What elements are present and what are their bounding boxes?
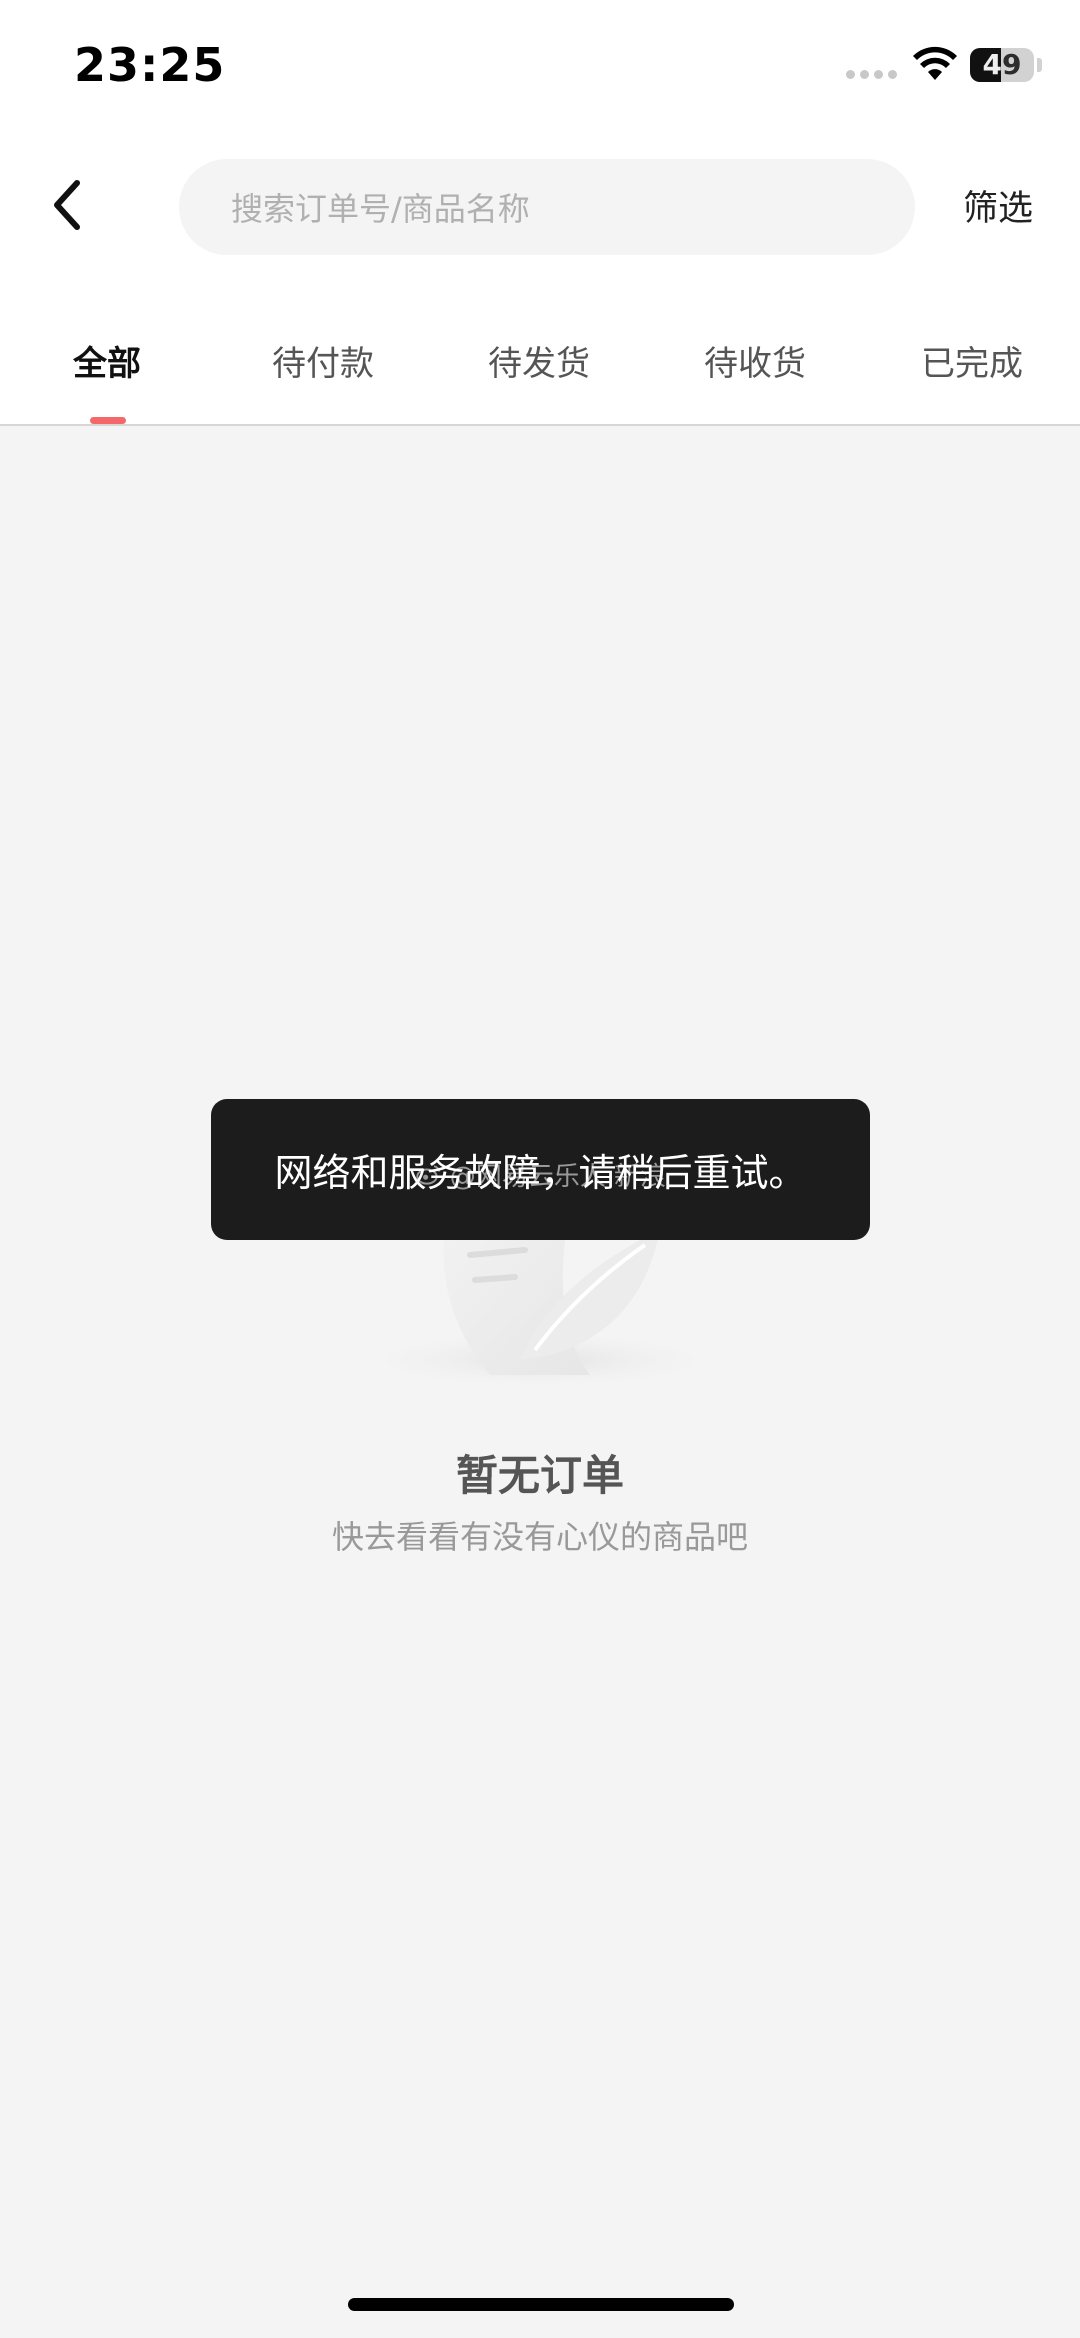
error-toast: 网络和服务故障，请稍后重试。 <box>211 1099 870 1240</box>
filter-button[interactable]: 筛选 <box>963 180 1033 231</box>
empty-state-title: 暂无订单 <box>455 1451 624 1500</box>
search-placeholder: 搜索订单号/商品名称 <box>231 190 530 228</box>
tab-completed[interactable]: 已完成 <box>921 336 1023 385</box>
tab-pending-receipt[interactable]: 待收货 <box>704 336 806 385</box>
signal-dots-icon <box>846 70 897 79</box>
wifi-icon <box>913 46 957 80</box>
empty-state-subtitle: 快去看看有没有心仪的商品吧 <box>331 1518 748 1556</box>
chevron-left-icon <box>54 180 80 230</box>
battery-cap <box>1037 58 1042 72</box>
tabs-divider <box>0 424 1080 426</box>
active-tab-indicator <box>90 417 126 424</box>
tab-pending-shipment[interactable]: 待发货 <box>488 336 590 385</box>
top-area: 23:25 49 搜索订单号/商品名称 筛选 全部 待付款 待发货 待收货 已完… <box>0 0 1080 424</box>
battery-level: 49 <box>982 48 1022 81</box>
battery-icon: 49 <box>970 48 1034 82</box>
search-input[interactable]: 搜索订单号/商品名称 <box>179 159 915 255</box>
back-button[interactable] <box>36 170 96 240</box>
order-status-tabs: 全部 待付款 待发货 待收货 已完成 <box>0 320 1080 424</box>
tab-all[interactable]: 全部 <box>73 336 141 385</box>
toast-message: 网络和服务故障，请稍后重试。 <box>274 1151 807 1195</box>
status-time: 23:25 <box>74 38 226 92</box>
tab-pending-payment[interactable]: 待付款 <box>272 336 374 385</box>
home-indicator <box>348 2298 734 2311</box>
